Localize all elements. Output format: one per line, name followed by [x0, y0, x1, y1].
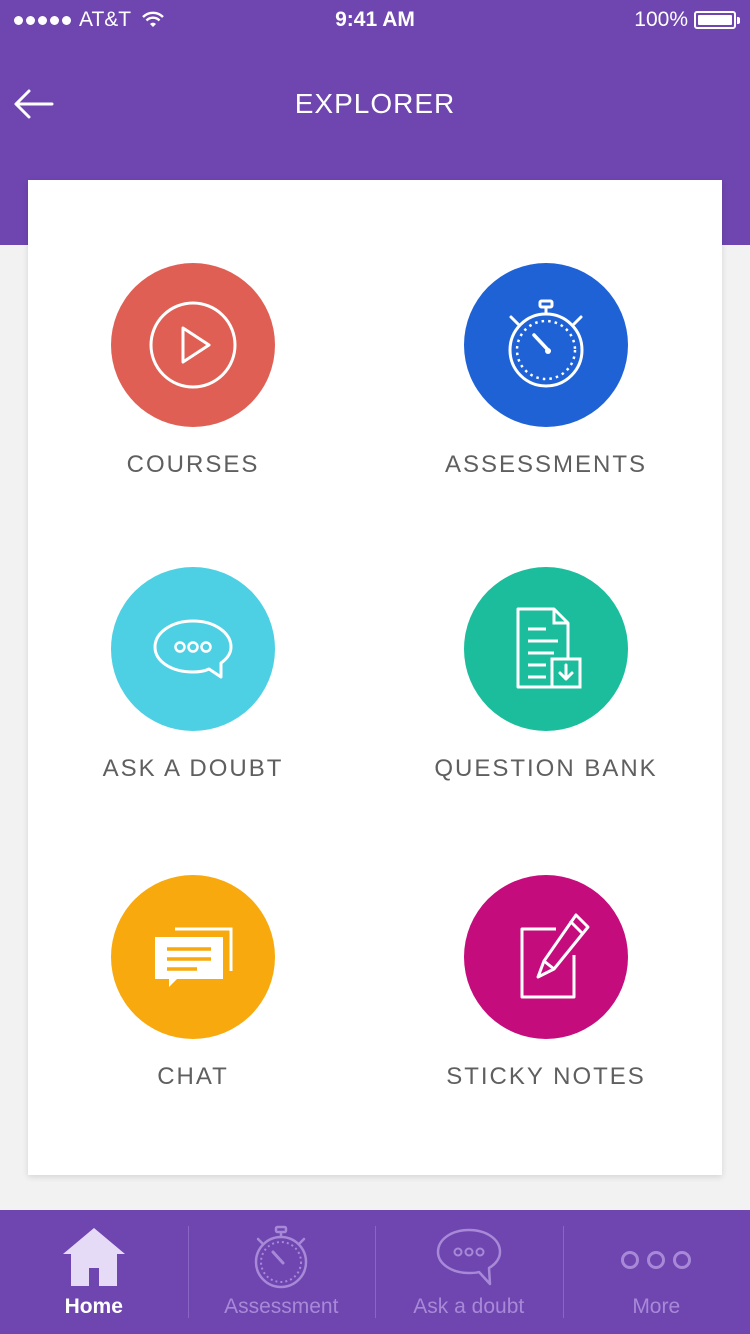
tile-label: ASSESSMENTS — [444, 451, 648, 478]
nav-label: More — [632, 1295, 681, 1318]
tile-circle — [111, 875, 275, 1039]
nav-label: Ask a doubt — [413, 1295, 525, 1318]
nav-label: Assessment — [224, 1295, 339, 1318]
nav-home[interactable]: Home — [0, 1210, 188, 1334]
battery-percent: 100% — [634, 8, 688, 31]
status-bar: AT&T 9:41 AM 100% — [0, 0, 750, 40]
home-icon — [62, 1228, 125, 1286]
tile-courses[interactable]: COURSES — [43, 263, 343, 503]
nav-ask-a-doubt[interactable]: Ask a doubt — [375, 1210, 563, 1334]
play-circle-icon — [149, 301, 237, 389]
tile-circle — [111, 567, 275, 731]
nav-label: Home — [64, 1295, 123, 1318]
nav-more[interactable]: More — [562, 1210, 750, 1334]
speech-bubble-icon — [153, 619, 233, 679]
battery-icon — [694, 11, 740, 29]
tile-chat[interactable]: CHAT — [43, 875, 343, 1115]
stopwatch-icon — [255, 1225, 308, 1289]
tile-label: CHAT — [157, 1063, 229, 1090]
tile-sticky-notes[interactable]: STICKY NOTES — [396, 875, 696, 1115]
page-title: EXPLORER — [294, 88, 456, 119]
tile-label: STICKY NOTES — [446, 1063, 646, 1090]
stopwatch-icon — [508, 299, 584, 388]
tile-label: QUESTION BANK — [434, 755, 658, 782]
tile-circle — [464, 875, 628, 1039]
nav-assessment[interactable]: Assessment — [187, 1210, 376, 1334]
document-download-icon — [516, 607, 582, 689]
note-pencil-icon — [520, 913, 590, 999]
speech-bubble-icon — [436, 1228, 501, 1286]
bottom-nav: Home Assessment Ask a doubt More — [0, 1210, 750, 1334]
explorer-card: COURSES ASSESSMENTS ASK A DOUBT QUESTION… — [28, 180, 722, 1175]
status-right: 100% — [634, 8, 740, 32]
tile-label: COURSES — [126, 451, 260, 478]
tile-question-bank[interactable]: QUESTION BANK — [396, 567, 696, 807]
more-dots-icon — [621, 1251, 692, 1269]
chat-messages-icon — [155, 927, 233, 987]
tile-ask-a-doubt[interactable]: ASK A DOUBT — [43, 567, 343, 807]
tile-label: ASK A DOUBT — [102, 755, 284, 782]
tile-circle — [464, 567, 628, 731]
tile-circle — [111, 263, 275, 427]
tile-circle — [464, 263, 628, 427]
tile-assessments[interactable]: ASSESSMENTS — [396, 263, 696, 503]
